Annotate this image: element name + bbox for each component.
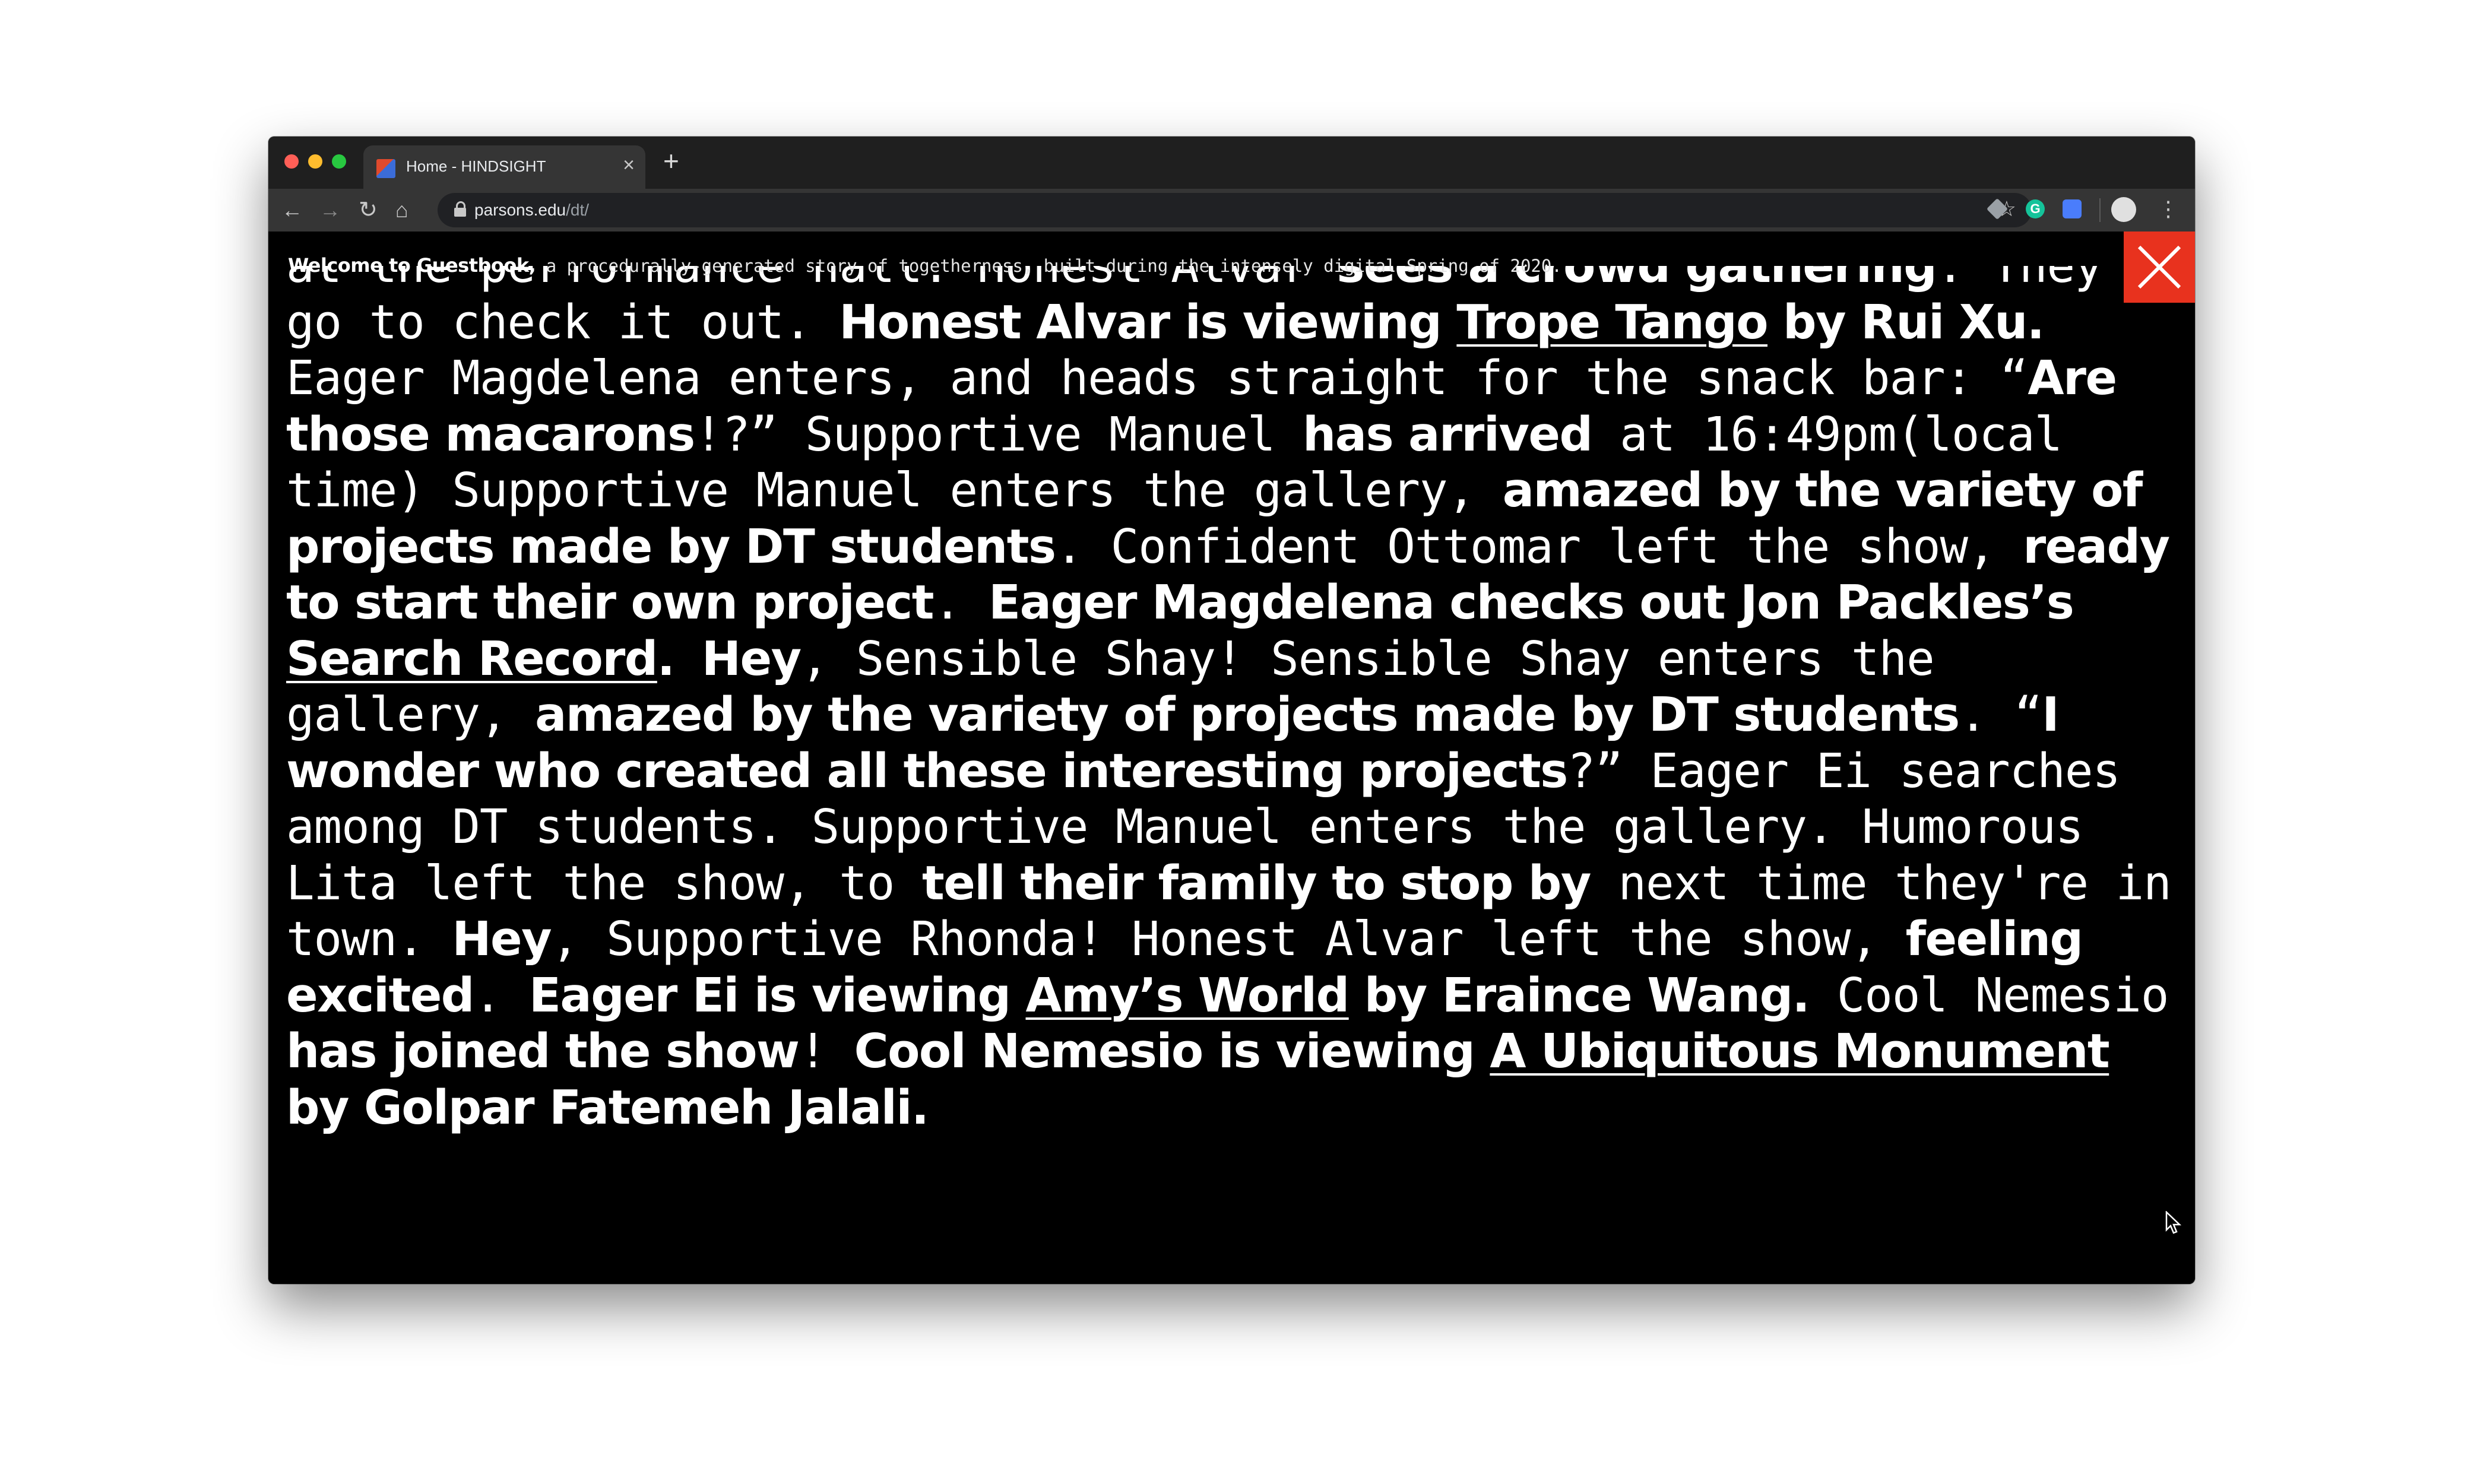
story-segment: Eager Ei is viewing — [528, 968, 1026, 1023]
story-segment: Eager Magdelena enters, and heads straig… — [286, 351, 2028, 405]
grammarly-icon[interactable]: G — [2026, 199, 2045, 218]
story-segment: . — [933, 575, 989, 630]
close-x-icon — [2137, 245, 2181, 289]
lock-icon[interactable] — [454, 201, 466, 217]
minimize-window-button[interactable] — [308, 154, 322, 169]
story-segment: tell their family to stop by — [921, 855, 1592, 911]
tab-home-hindsight[interactable]: Home - HINDSIGHT × — [363, 145, 645, 189]
story-segment: by Eraince Wang. — [1348, 968, 1810, 1023]
story-segment: ! — [799, 1024, 854, 1079]
welcome-description: a procedurally-generated story of togeth… — [536, 256, 1562, 276]
story-segment: !?” Supportive Manuel — [694, 407, 1303, 462]
story-segment: by Golpar Fatemeh Jalali. — [286, 1080, 929, 1135]
story-segment: amazed by the variety of projects made b… — [535, 687, 1960, 742]
guestbook-story: at the performance hall. Honest Alvar se… — [286, 266, 2174, 1239]
project-link[interactable]: A Ubiquitous Monument — [1490, 1024, 2109, 1079]
story-text: at the performance hall. Honest Alvar se… — [286, 266, 2174, 1136]
close-window-button[interactable] — [284, 154, 299, 169]
reload-icon[interactable]: ↻ — [359, 196, 378, 224]
maximize-window-button[interactable] — [332, 154, 346, 169]
story-segment: . Confident Ottomar left the show, — [1055, 519, 2023, 574]
mouse-cursor-icon — [2165, 1211, 2182, 1234]
welcome-title: Welcome to Guestbook, — [288, 254, 536, 277]
more-menu-icon[interactable]: ⋮ — [2158, 195, 2179, 223]
tab-bar: Home - HINDSIGHT × + — [268, 137, 2195, 189]
story-segment: Honest Alvar is viewing — [839, 294, 1457, 350]
project-link[interactable]: Amy’s World — [1026, 968, 1350, 1023]
story-segment: . — [473, 968, 529, 1023]
url-host: parsons.edu — [474, 201, 566, 219]
story-segment: Eager Magdelena checks out Jon Packles’s — [989, 575, 2074, 630]
url-text[interactable]: parsons.edu/dt/ — [474, 201, 589, 220]
extension-icon[interactable] — [2063, 199, 2082, 218]
url-path: /dt/ — [566, 201, 590, 219]
forward-icon[interactable]: → — [319, 196, 341, 224]
story-segment: has arrived — [1303, 407, 1593, 462]
browser-toolbar: ← → ↻ ⌂ parsons.edu/dt/ ☆ G ⋮ — [268, 189, 2195, 232]
tab-title: Home - HINDSIGHT — [406, 157, 546, 175]
story-segment: . — [657, 631, 675, 686]
back-icon[interactable]: ← — [281, 196, 303, 224]
story-segment — [674, 632, 702, 686]
story-segment: Cool Nemesio — [1809, 968, 2169, 1023]
project-link[interactable]: Trope Tango — [1456, 295, 1768, 350]
story-segment: by Rui Xu. — [1767, 294, 2045, 350]
story-segment: has joined the show — [286, 1024, 800, 1079]
story-segment: . “ — [1959, 687, 2043, 742]
site-favicon-icon — [376, 159, 395, 178]
story-segment: Hey — [701, 631, 802, 686]
welcome-banner: Welcome to Guestbook, a procedurally-gen… — [288, 254, 1562, 277]
profile-avatar[interactable] — [2111, 197, 2136, 222]
close-button[interactable] — [2124, 232, 2195, 303]
tab-close-icon[interactable]: × — [623, 155, 635, 175]
new-tab-button[interactable]: + — [663, 147, 679, 175]
project-link[interactable]: Search Record — [286, 632, 658, 686]
browser-window: Home - HINDSIGHT × + ← → ↻ ⌂ parsons.edu… — [268, 137, 2195, 1284]
toolbar-divider — [2099, 198, 2101, 222]
story-segment: , Supportive Rhonda! Honest Alvar left t… — [551, 912, 1906, 966]
page-content: at the performance hall. Honest Alvar se… — [268, 232, 2195, 1284]
home-icon[interactable]: ⌂ — [395, 196, 408, 224]
story-segment: Cool Nemesio is viewing — [854, 1024, 1490, 1079]
address-bar[interactable]: parsons.edu/dt/ ☆ — [438, 193, 2032, 227]
story-segment: Hey — [452, 912, 552, 966]
